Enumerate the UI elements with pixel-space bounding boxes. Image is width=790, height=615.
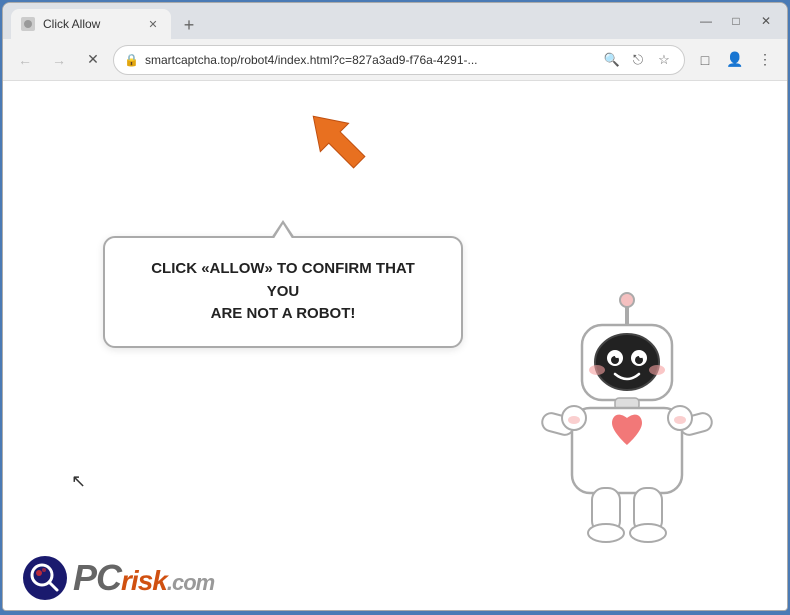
address-bar[interactable]: 🔒 smartcaptcha.top/robot4/index.html?c=8… xyxy=(113,45,685,75)
bubble-text: CLICK «ALLOW» TO CONFIRM THAT YOU ARE NO… xyxy=(135,258,431,326)
robot-image xyxy=(527,290,727,550)
active-tab[interactable]: Click Allow ✕ xyxy=(11,9,171,39)
pcrisk-text: PCrisk.com xyxy=(73,557,214,599)
mouse-cursor: ↖ xyxy=(71,471,86,492)
reload-button[interactable]: ✕ xyxy=(79,46,107,74)
title-bar: Click Allow ✕ + — □ ✕ xyxy=(3,3,787,39)
search-icon[interactable]: 🔍 xyxy=(602,50,622,70)
browser-toolbar: ← → ✕ 🔒 smartcaptcha.top/robot4/index.ht… xyxy=(3,39,787,81)
tab-close-button[interactable]: ✕ xyxy=(145,16,161,32)
tab-favicon xyxy=(21,17,35,31)
address-action-icons: 🔍 ⎋ ☆ xyxy=(602,50,674,70)
bookmark-icon[interactable]: ☆ xyxy=(654,50,674,70)
extensions-button[interactable]: □ xyxy=(691,46,719,74)
browser-window: Click Allow ✕ + — □ ✕ ← → ✕ 🔒 smartcaptc… xyxy=(2,2,788,611)
share-icon[interactable]: ⎋ xyxy=(628,50,648,70)
tab-strip: Click Allow ✕ + xyxy=(11,3,693,39)
back-button[interactable]: ← xyxy=(11,46,39,74)
lock-icon: 🔒 xyxy=(124,53,139,67)
forward-button[interactable]: → xyxy=(45,46,73,74)
new-tab-button[interactable]: + xyxy=(175,11,203,39)
pcrisk-logo: PCrisk.com xyxy=(23,556,214,600)
window-controls: — □ ✕ xyxy=(693,8,779,34)
toolbar-actions: □ 👤 ⋮ xyxy=(691,46,779,74)
speech-bubble: CLICK «ALLOW» TO CONFIRM THAT YOU ARE NO… xyxy=(103,236,463,348)
tab-title: Click Allow xyxy=(43,17,137,31)
menu-button[interactable]: ⋮ xyxy=(751,46,779,74)
pcrisk-magnifier-icon xyxy=(23,556,67,600)
page-content: CLICK «ALLOW» TO CONFIRM THAT YOU ARE NO… xyxy=(3,81,787,610)
url-text: smartcaptcha.top/robot4/index.html?c=827… xyxy=(145,53,596,67)
maximize-button[interactable]: □ xyxy=(723,8,749,34)
arrow-graphic xyxy=(298,101,378,181)
close-button[interactable]: ✕ xyxy=(753,8,779,34)
minimize-button[interactable]: — xyxy=(693,8,719,34)
profile-button[interactable]: 👤 xyxy=(721,46,749,74)
